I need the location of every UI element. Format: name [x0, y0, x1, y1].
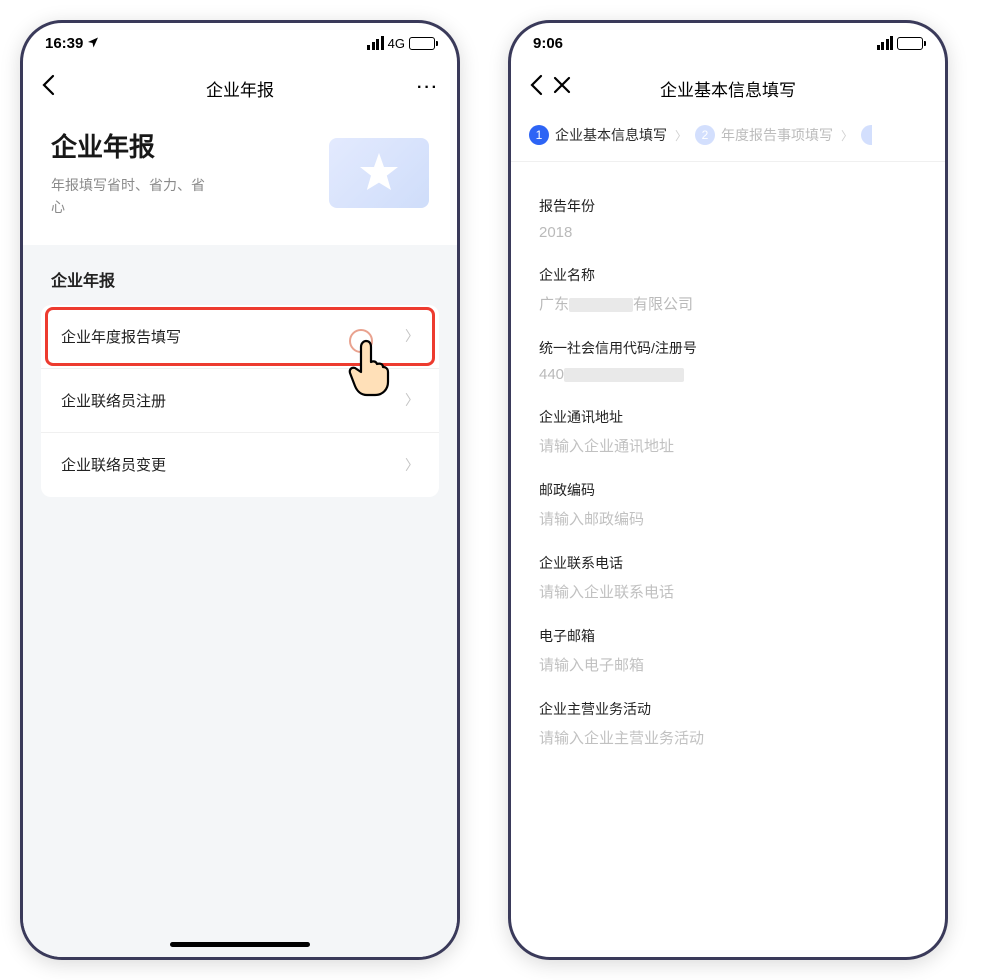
- nav-bar: 企业基本信息填写: [511, 63, 945, 113]
- field-email[interactable]: 电子邮箱 请输入电子邮箱: [539, 626, 917, 675]
- list-item-label: 企业联络员注册: [61, 390, 166, 411]
- battery-icon: [897, 37, 923, 50]
- chevron-right-icon: 〉: [841, 127, 853, 144]
- back-button[interactable]: [529, 74, 543, 102]
- hero-subtitle: 年报填写省时、省力、省心: [51, 174, 211, 219]
- network-label: 4G: [388, 36, 405, 51]
- nav-bar: 企业年报 ···: [23, 63, 457, 113]
- field-address[interactable]: 企业通讯地址 请输入企业通讯地址: [539, 407, 917, 456]
- field-business[interactable]: 企业主营业务活动 请输入企业主营业务活动: [539, 699, 917, 748]
- nav-title: 企业基本信息填写: [660, 76, 796, 101]
- field-label: 企业通讯地址: [539, 407, 917, 427]
- field-label: 企业主营业务活动: [539, 699, 917, 719]
- chevron-right-icon: 〉: [405, 455, 419, 475]
- hero-title: 企业年报: [51, 127, 211, 164]
- field-label: 企业名称: [539, 265, 917, 285]
- menu-item-annual-report[interactable]: 企业年度报告填写 〉: [41, 305, 439, 369]
- field-label: 报告年份: [539, 196, 917, 216]
- content-section: 企业年报 企业年度报告填写 〉 企业联络员注册 〉 企业联络员变更 〉: [23, 245, 457, 957]
- field-label: 邮政编码: [539, 480, 917, 500]
- step-3-partial: [861, 125, 872, 145]
- stepper: 1 企业基本信息填写 〉 2 年度报告事项填写 〉: [511, 113, 945, 162]
- field-year[interactable]: 报告年份 2018: [539, 196, 917, 241]
- hero-star-icon: [329, 138, 429, 208]
- status-time: 9:06: [533, 35, 563, 52]
- home-indicator[interactable]: [170, 942, 310, 947]
- phone-screen-2: 9:06 企业基本信息填写 1 企业基本信息填写 〉 2 年度报告事项填写 〉: [508, 20, 948, 960]
- field-placeholder: 请输入企业联系电话: [539, 581, 917, 602]
- status-bar: 9:06: [511, 23, 945, 63]
- location-icon: [87, 35, 99, 52]
- step-label: 年度报告事项填写: [721, 125, 833, 145]
- step-number-icon: 2: [695, 125, 715, 145]
- menu-card: 企业年度报告填写 〉 企业联络员注册 〉 企业联络员变更 〉: [41, 305, 439, 497]
- list-item-label: 企业联络员变更: [61, 454, 166, 475]
- battery-icon: [409, 37, 435, 50]
- chevron-right-icon: 〉: [675, 127, 687, 144]
- status-time: 16:39: [45, 35, 83, 52]
- menu-item-contact-change[interactable]: 企业联络员变更 〉: [41, 433, 439, 497]
- signal-icon: [877, 36, 894, 50]
- hero-section: 企业年报 年报填写省时、省力、省心: [23, 113, 457, 245]
- step-number-icon: 1: [529, 125, 549, 145]
- phone-screen-1: 16:39 4G 企业年报 ··· 企业年报 年报填写省时、省力、省心: [20, 20, 460, 960]
- close-button[interactable]: [553, 76, 571, 100]
- field-postal[interactable]: 邮政编码 请输入邮政编码: [539, 480, 917, 529]
- field-placeholder: 请输入企业通讯地址: [539, 435, 917, 456]
- list-item-label: 企业年度报告填写: [61, 326, 181, 347]
- more-button[interactable]: ···: [417, 79, 439, 97]
- status-bar: 16:39 4G: [23, 23, 457, 63]
- chevron-right-icon: 〉: [405, 326, 419, 346]
- field-placeholder: 请输入邮政编码: [539, 508, 917, 529]
- back-button[interactable]: [41, 74, 55, 102]
- form-area: 报告年份 2018 企业名称 广东有限公司 统一社会信用代码/注册号 440 企…: [511, 162, 945, 752]
- chevron-right-icon: 〉: [405, 390, 419, 410]
- field-credit-code[interactable]: 统一社会信用代码/注册号 440: [539, 338, 917, 383]
- field-value: 广东有限公司: [539, 293, 917, 314]
- field-label: 电子邮箱: [539, 626, 917, 646]
- menu-item-contact-register[interactable]: 企业联络员注册 〉: [41, 369, 439, 433]
- field-label: 统一社会信用代码/注册号: [539, 338, 917, 358]
- step-label: 企业基本信息填写: [555, 125, 667, 145]
- field-phone[interactable]: 企业联系电话 请输入企业联系电话: [539, 553, 917, 602]
- step-2[interactable]: 2 年度报告事项填写: [695, 125, 833, 145]
- field-label: 企业联系电话: [539, 553, 917, 573]
- field-placeholder: 请输入企业主营业务活动: [539, 727, 917, 748]
- field-value: 440: [539, 366, 917, 383]
- signal-icon: [367, 36, 384, 50]
- step-1[interactable]: 1 企业基本信息填写: [529, 125, 667, 145]
- field-value: 2018: [539, 224, 917, 241]
- nav-title: 企业年报: [206, 76, 274, 101]
- field-placeholder: 请输入电子邮箱: [539, 654, 917, 675]
- section-title: 企业年报: [41, 245, 439, 305]
- field-company-name[interactable]: 企业名称 广东有限公司: [539, 265, 917, 314]
